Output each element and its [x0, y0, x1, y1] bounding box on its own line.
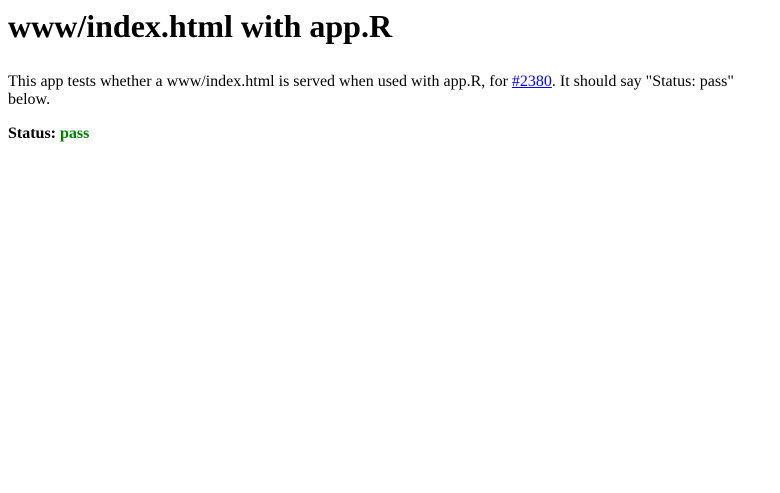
status-label: Status:: [8, 125, 57, 142]
issue-link[interactable]: #2380: [512, 73, 552, 90]
intro-paragraph: This app tests whether a www/index.html …: [8, 73, 748, 109]
page: www/index.html with app.R This app tests…: [0, 8, 780, 143]
intro-text-before: This app tests whether a www/index.html …: [8, 73, 512, 90]
status-line: Status: pass: [8, 125, 772, 143]
status-value: pass: [60, 125, 90, 142]
page-title: www/index.html with app.R: [8, 8, 393, 44]
